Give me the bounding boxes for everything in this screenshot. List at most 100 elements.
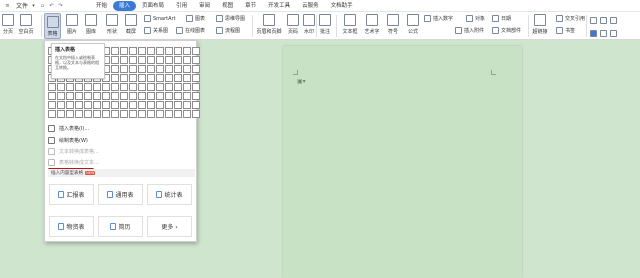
grid-cell[interactable] [156,83,164,91]
grid-cell[interactable] [192,83,200,91]
insert-number-button[interactable]: 插入数字 [424,15,453,22]
grid-cell[interactable] [111,110,119,118]
grid-cell[interactable] [111,83,119,91]
tab-references[interactable]: 引用 [170,1,193,11]
grid-cell[interactable] [147,74,155,82]
grid-cell[interactable] [48,83,56,91]
grid-cell[interactable] [138,83,146,91]
grid-cell[interactable] [129,56,137,64]
grid-cell[interactable] [138,47,146,55]
wordart-button[interactable]: 艺术字 [362,12,382,35]
grid-cell[interactable] [183,92,191,100]
chart-button[interactable]: 图表 [186,15,205,22]
smartart-button[interactable]: SmartArt [144,15,176,22]
grid-cell[interactable] [120,110,128,118]
grid-cell[interactable] [111,56,119,64]
grid-cell[interactable] [183,83,191,91]
grid-cell[interactable] [111,65,119,73]
watermark-button[interactable]: 水印 [302,12,316,35]
grid-cell[interactable] [75,101,83,109]
gallery-button[interactable]: 图库 [83,12,99,35]
grid-cell[interactable] [165,92,173,100]
grid-cell[interactable] [156,101,164,109]
grid-cell[interactable] [165,101,173,109]
online-chart-button[interactable]: 在线图表 [176,27,205,34]
grid-cell[interactable] [57,101,65,109]
grid-cell[interactable] [165,110,173,118]
grid-cell[interactable] [57,110,65,118]
grid-cell[interactable] [183,101,191,109]
grid-cell[interactable] [183,74,191,82]
grid-cell[interactable] [84,110,92,118]
grid-cell[interactable] [66,83,74,91]
symbol-button[interactable]: 符号 [386,12,400,35]
table-button[interactable]: 表格 [44,13,61,39]
hamburger-icon[interactable]: ≡ [4,2,11,9]
grid-cell[interactable] [147,83,155,91]
grid-cell[interactable] [111,101,119,109]
grid-cell[interactable] [165,83,173,91]
page-number-button[interactable]: 页码 [286,12,300,35]
save-icon[interactable]: ▫ [39,2,46,9]
blank-page-button[interactable]: 空白页 [16,12,36,35]
grid-cell[interactable] [156,74,164,82]
grid-cell[interactable] [156,56,164,64]
grid-cell[interactable] [120,65,128,73]
grid-cell[interactable] [93,83,101,91]
tab-cloud[interactable]: 云服务 [296,1,325,11]
grid-cell[interactable] [147,110,155,118]
grid-cell[interactable] [147,47,155,55]
grid-cell[interactable] [174,92,182,100]
grid-cell[interactable] [120,83,128,91]
grid-cell[interactable] [138,74,146,82]
grid-cell[interactable] [66,92,74,100]
view-b-icon[interactable] [600,30,607,37]
grid-cell[interactable] [165,47,173,55]
grid-cell[interactable] [192,92,200,100]
grid-cell[interactable] [102,101,110,109]
layout-a-icon[interactable] [590,17,597,24]
hyperlink-button[interactable]: 超链接 [530,12,550,35]
grid-cell[interactable] [84,83,92,91]
grid-cell[interactable] [129,92,137,100]
grid-cell[interactable] [93,92,101,100]
mindmap-button[interactable]: 思维导图 [216,15,245,22]
grid-cell[interactable] [138,65,146,73]
grid-cell[interactable] [192,74,200,82]
grid-cell[interactable] [57,92,65,100]
view-a-icon[interactable] [590,30,597,37]
view-c-icon[interactable] [610,30,617,37]
grid-cell[interactable] [93,110,101,118]
grid-cell[interactable] [48,110,56,118]
grid-cell[interactable] [93,101,101,109]
more-tables-card[interactable]: 更多 › [147,216,192,237]
grid-cell[interactable] [129,83,137,91]
grid-cell[interactable] [66,101,74,109]
shape-button[interactable]: 形状 [104,12,120,35]
tab-insert[interactable]: 插入 [113,0,137,11]
grid-cell[interactable] [156,92,164,100]
grid-cell[interactable] [66,110,74,118]
grid-cell[interactable] [75,110,83,118]
screenshot-button[interactable]: 截屏 [124,12,138,35]
grid-cell[interactable] [192,65,200,73]
grid-cell[interactable] [102,110,110,118]
grid-cell[interactable] [183,110,191,118]
grid-cell[interactable] [57,83,65,91]
layout-c-icon[interactable] [610,17,617,24]
grid-cell[interactable] [48,92,56,100]
grid-cell[interactable] [120,74,128,82]
relation-chart-button[interactable]: 关系图 [144,27,168,34]
grid-cell[interactable] [165,74,173,82]
tab-home[interactable]: 开始 [90,1,113,11]
grid-cell[interactable] [174,83,182,91]
file-menu[interactable]: 文件 [16,1,28,10]
redo-icon[interactable]: ↷ [57,2,64,9]
insert-attachment-button[interactable]: 插入附件 [455,27,484,34]
grid-cell[interactable] [156,110,164,118]
general-table-card[interactable]: 通用表 [98,184,143,205]
tab-doc-assistant[interactable]: 文档助手 [325,1,359,11]
grid-cell[interactable] [138,110,146,118]
header-footer-button[interactable]: 页眉和页脚 [256,12,282,35]
textbox-button[interactable]: 文本框 [340,12,360,35]
